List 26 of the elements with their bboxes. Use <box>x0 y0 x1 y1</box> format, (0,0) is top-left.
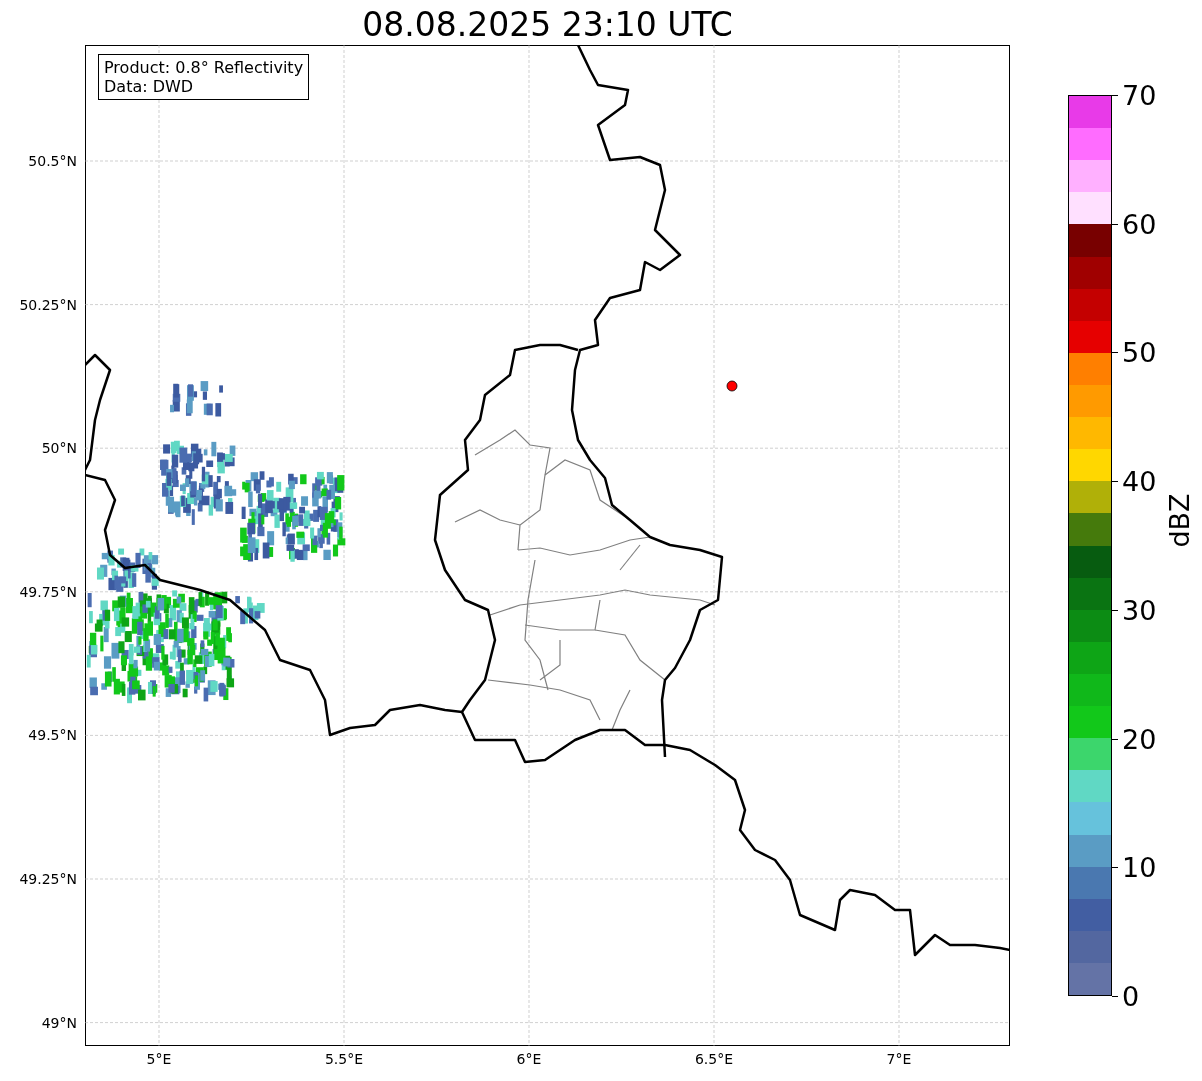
colorbar-tick-label: 30 <box>1122 596 1157 624</box>
colorbar-tick <box>1112 996 1118 997</box>
colorbar-tick-label: 50 <box>1122 338 1157 366</box>
latitude-label: 49.5°N <box>28 727 77 744</box>
latitude-label: 50.5°N <box>28 153 77 169</box>
colorbar-tick-label: 60 <box>1122 210 1157 238</box>
info-text: Product: 0.8° Reflectivity <box>104 58 304 77</box>
latitude-label: 50.25°N <box>19 296 77 313</box>
latitude-label: 49.75°N <box>19 583 77 600</box>
info-text: Data: DWD <box>104 77 195 96</box>
longitude-label: 7°E <box>886 1051 912 1067</box>
latitude-label: 49°N <box>41 1014 77 1031</box>
longitude-label: 5°E <box>146 1051 172 1067</box>
colorbar-tick-label: 20 <box>1122 725 1157 753</box>
longitude-label: 5.5°E <box>324 1051 364 1067</box>
longitude-label: 6.5°E <box>694 1051 734 1067</box>
colorbar-unit-label: dBZ <box>1164 493 1195 548</box>
colorbar-tick-label: 40 <box>1122 467 1157 495</box>
longitude-label: 6°E <box>516 1051 542 1067</box>
colorbar-tick-label: 70 <box>1122 81 1157 109</box>
colorbar-tick-label: 10 <box>1122 853 1157 881</box>
radar-site-marker <box>726 380 738 392</box>
colorbar-tick-label: 0 <box>1122 982 1140 1010</box>
chart-title: 08.08.2025 23:10 UTC <box>362 4 733 41</box>
latitude-label: 49.25°N <box>19 871 77 887</box>
latitude-label: 50°N <box>41 440 77 457</box>
